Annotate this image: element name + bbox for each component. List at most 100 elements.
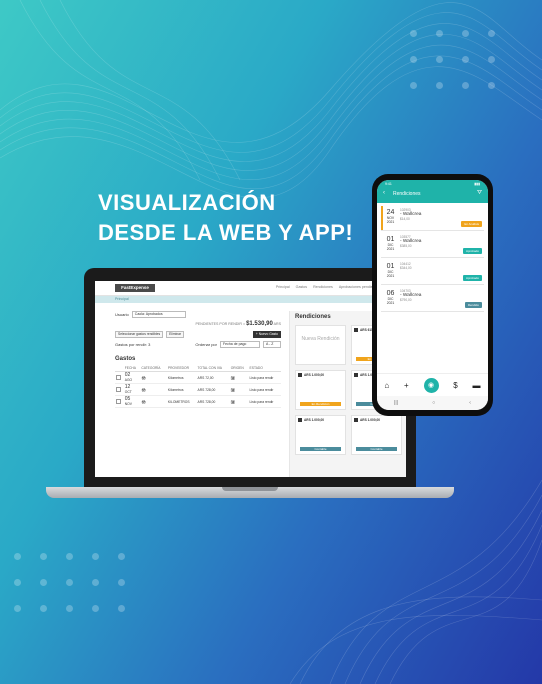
list-item[interactable]: 01 DIC 2021 104412 $344,00 Aprobado <box>381 260 484 285</box>
item-day: 01 <box>386 236 395 243</box>
sort-order-select[interactable]: A - Z <box>263 341 281 348</box>
item-status-badge: Rendido <box>464 302 482 308</box>
home-button-icon[interactable]: ○ <box>432 400 435 406</box>
car-icon: 🚘︎ <box>141 375 146 380</box>
row-provider: Kilometros <box>166 383 197 396</box>
back-icon[interactable]: ‹ <box>469 400 471 406</box>
system-nav-bar: ||| ○ ‹ <box>377 396 488 410</box>
item-amount: $344,00 <box>400 266 412 270</box>
item-date: 01 DIC 2021 <box>383 260 398 284</box>
item-year: 2021 <box>386 274 395 278</box>
web-nav-rendiciones[interactable]: Rendiciones <box>313 285 333 289</box>
card-amount: ARS 1.000,00 <box>304 418 325 422</box>
card-amount: ARS 1.000,00 <box>304 373 325 377</box>
web-logo: FastExpense <box>115 284 155 292</box>
sort-label: Ordenar por <box>195 342 217 347</box>
expenses-table: FECHA CATEGORÍA PROVEEDOR TOTAL CON IVA … <box>115 365 281 408</box>
row-status: Listo para rendir <box>248 371 281 384</box>
laptop-notch <box>222 487 278 491</box>
select-expenses-button[interactable]: Seleccionar gastos rendibles <box>115 331 164 338</box>
wallet-select[interactable]: Caola: Aprobados <box>131 311 186 318</box>
item-date: 01 DIC 2021 <box>383 233 398 257</box>
pending-value: $1.530,90 <box>246 321 273 327</box>
table-row[interactable]: 02 AGO 🚘︎ Kilometros ARS 72,00 📷︎ Listo p… <box>115 371 281 384</box>
item-date: 24 NOV 2021 <box>383 206 398 230</box>
headline-line-1: VISUALIZACIÓN <box>98 190 276 215</box>
row-provider: KILOMETROS <box>166 395 197 408</box>
row-status: Listo para rendir <box>248 383 281 396</box>
app-title: Rendiciones <box>393 191 421 197</box>
row-month: AGO <box>124 378 133 382</box>
row-total: ARS 72,00 <box>196 371 230 384</box>
row-provider: Kilometros <box>166 371 197 384</box>
laptop-screen: FastExpense Principal Gastos Rendiciones… <box>95 281 406 477</box>
camera-icon[interactable]: 📷︎ <box>231 388 235 392</box>
camera-icon[interactable]: 📷︎ <box>231 400 235 404</box>
web-nav-principal[interactable]: Principal <box>276 285 290 289</box>
document-icon <box>354 373 358 378</box>
item-year: 2021 <box>386 220 395 224</box>
home-icon[interactable]: ⌂ <box>384 381 389 390</box>
list-item[interactable]: 01 DIC 2021 103577 - Wallcrea $385,00 Apro… <box>381 233 484 258</box>
pending-total: PENDIENTES POR RENDIR = $1.530,90 ARS <box>115 321 281 327</box>
camera-icon[interactable]: 📷︎ <box>231 376 235 380</box>
web-section-bar: Principal <box>95 296 406 303</box>
document-icon <box>298 373 302 378</box>
item-year: 2021 <box>386 247 395 251</box>
headline: VISUALIZACIÓN DESDE LA WEB Y APP! <box>98 188 353 248</box>
bottom-tab-bar: ⌂ + ◉ $ ▬ <box>377 373 488 396</box>
document-icon <box>298 418 302 423</box>
sort-select[interactable]: Fecha de pago <box>220 341 260 348</box>
web-left-panel: Usuario Caola: Aprobados PENDIENTES POR … <box>115 311 281 408</box>
gastos-title: Gastos <box>115 356 136 362</box>
camera-icon[interactable]: ◉ <box>423 377 439 393</box>
rendiciones-list: 24 NOV 2021 102903 - Wallcrea $14,00 En An… <box>377 203 488 312</box>
dollar-icon[interactable]: $ <box>453 381 457 390</box>
status-time: 9:41 <box>385 182 392 186</box>
row-month: NOV <box>124 402 132 406</box>
row-month: OCT <box>124 390 132 394</box>
app-header: 9:41 ▮▮▮ ‹ Rendiciones ⛛ <box>377 180 488 203</box>
expense-count: Gastos por rendir: 3 <box>115 342 151 347</box>
wallet-label: Usuario <box>115 312 129 317</box>
item-day: 06 <box>386 290 395 297</box>
row-total: ARS 728,00 <box>196 395 230 408</box>
plus-icon[interactable]: + <box>404 381 409 390</box>
rendicion-card[interactable]: ARS 1.000,00 Contable <box>295 415 346 455</box>
new-rendicion-card[interactable]: Nueva Rendición <box>295 325 346 365</box>
row-checkbox[interactable] <box>116 374 121 380</box>
row-total: ARS 728,00 <box>196 383 230 396</box>
rendicion-card[interactable]: ARS 1.000,00 Contable <box>351 415 402 455</box>
new-expense-button[interactable]: + Nuevo Gasto <box>252 331 281 338</box>
item-year: 2021 <box>386 301 395 305</box>
status-bar: 9:41 ▮▮▮ <box>377 180 488 188</box>
row-status: Listo para rendir <box>248 395 281 408</box>
rendicion-card[interactable]: ARS 1.000,00 En Rendición <box>295 370 346 410</box>
item-date: 06 DIC 2021 <box>383 287 398 311</box>
row-checkbox[interactable] <box>116 386 121 392</box>
back-arrow-icon[interactable]: ‹ <box>383 190 385 196</box>
car-icon: 🚘︎ <box>141 387 146 392</box>
car-icon: 🚘︎ <box>141 399 146 404</box>
delete-button[interactable]: Eliminar <box>166 331 185 338</box>
wallet-icon[interactable]: ▬ <box>473 381 481 390</box>
card-amount: ARS 1.000,00 <box>360 418 381 422</box>
table-row[interactable]: 12 OCT 🚘︎ Kilometros ARS 728,00 📷︎ Listo … <box>115 383 281 396</box>
document-icon <box>354 418 358 423</box>
document-icon <box>354 328 358 333</box>
recent-apps-icon[interactable]: ||| <box>394 400 398 406</box>
item-day: 01 <box>386 263 395 270</box>
item-status-badge: En Análisis <box>461 221 482 227</box>
web-nav-gastos[interactable]: Gastos <box>296 285 307 289</box>
pending-currency: ARS <box>273 322 281 326</box>
battery-icon: ▮▮▮ <box>474 182 480 186</box>
filter-icon[interactable]: ⛛ <box>477 190 482 197</box>
list-item[interactable]: 24 NOV 2021 102903 - Wallcrea $14,00 En An… <box>381 206 484 231</box>
web-header: FastExpense Principal Gastos Rendiciones… <box>95 281 406 296</box>
row-checkbox[interactable] <box>116 398 121 404</box>
item-status-badge: Aprobado <box>462 275 482 281</box>
table-row[interactable]: 05 NOV 🚘︎ KILOMETROS ARS 728,00 📷︎ Listo … <box>115 395 281 408</box>
list-item[interactable]: 06 DIC 2021 104703 - Wallcrea $790,00 Rend… <box>381 287 484 312</box>
card-status: Contable <box>300 447 341 451</box>
phone-screen: 9:41 ▮▮▮ ‹ Rendiciones ⛛ 24 NOV 2021 10290… <box>377 180 488 410</box>
